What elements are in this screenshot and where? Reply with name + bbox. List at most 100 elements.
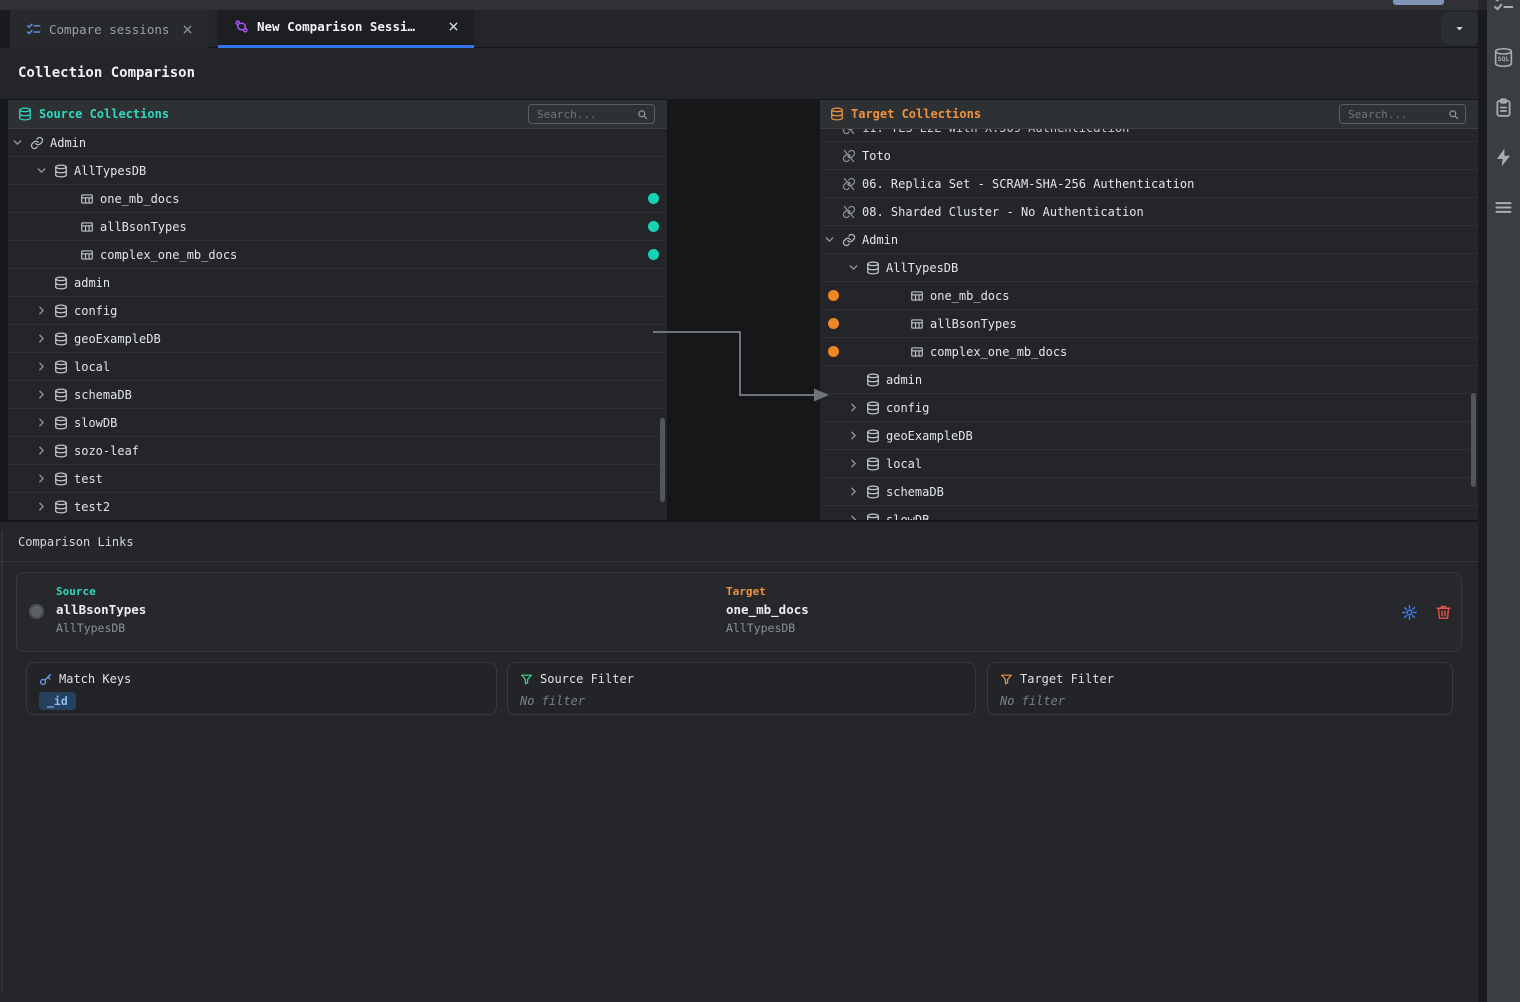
target-search-input[interactable]	[1340, 108, 1448, 121]
target-scrollbar-thumb[interactable]	[1471, 393, 1476, 487]
clipboard-icon[interactable]	[1493, 97, 1514, 118]
target-link-dot[interactable]	[828, 318, 839, 329]
tree-row-database[interactable]: config	[820, 394, 1478, 422]
chevron-right-icon[interactable]	[35, 360, 48, 373]
tree-row-database[interactable]: slowDB	[8, 409, 667, 437]
checklist-icon	[26, 22, 41, 37]
source-filter-box[interactable]: Source Filter No filter	[507, 662, 976, 715]
search-icon	[1448, 109, 1459, 120]
tree-row-database[interactable]: AllTypesDB	[8, 157, 667, 185]
tree-row-database[interactable]: AllTypesDB	[820, 254, 1478, 282]
chevron-right-icon[interactable]	[35, 304, 48, 317]
source-filter-value: No filter	[520, 694, 585, 708]
tree-row-collection[interactable]: allBsonTypes	[8, 213, 667, 241]
chevron-down-icon[interactable]	[35, 164, 48, 177]
chevron-right-icon[interactable]	[847, 401, 860, 414]
gear-icon[interactable]	[1401, 604, 1418, 621]
top-scroll-pill	[1393, 0, 1444, 5]
close-icon[interactable]	[447, 20, 460, 33]
link-select-radio[interactable]	[29, 604, 44, 619]
source-panel-header: Source Collections	[8, 100, 667, 129]
source-tree: Admin AllTypesDB one_mb_docs allBs	[8, 129, 667, 520]
source-database-name: AllTypesDB	[56, 621, 125, 635]
match-key-chip[interactable]: _id	[39, 692, 76, 710]
tree-row-database[interactable]: admin	[8, 269, 667, 297]
source-link-dot[interactable]	[648, 221, 659, 232]
database-icon	[54, 416, 68, 430]
trash-icon[interactable]	[1435, 604, 1452, 621]
tree-row-collection[interactable]: one_mb_docs	[820, 282, 1478, 310]
tab-compare-sessions[interactable]: Compare sessions	[10, 10, 208, 48]
chevron-right-icon[interactable]	[847, 485, 860, 498]
tree-row-database[interactable]: test2	[8, 493, 667, 520]
chevron-right-icon[interactable]	[35, 332, 48, 345]
source-search[interactable]	[528, 104, 655, 124]
chevron-right-icon[interactable]	[847, 513, 860, 520]
comparison-links-title: Comparison Links	[0, 522, 1478, 562]
chevron-right-icon[interactable]	[35, 500, 48, 513]
tree-row-collection[interactable]: allBsonTypes	[820, 310, 1478, 338]
database-icon	[866, 429, 880, 443]
database-icon	[18, 107, 32, 121]
tree-row-connection[interactable]: Admin	[8, 129, 667, 157]
tab-overflow-button[interactable]	[1441, 12, 1478, 45]
target-link-dot[interactable]	[828, 290, 839, 301]
tree-row-connection[interactable]: Admin	[820, 226, 1478, 254]
tree-row-connection[interactable]: Toto	[820, 142, 1478, 170]
close-icon[interactable]	[181, 23, 194, 36]
chevron-down-icon[interactable]	[823, 233, 836, 246]
chevron-right-icon[interactable]	[35, 472, 48, 485]
tree-row-collection[interactable]: complex_one_mb_docs	[820, 338, 1478, 366]
tree-row-label: allBsonTypes	[930, 317, 1017, 331]
comparison-link-card[interactable]: Source allBsonTypes AllTypesDB Target on…	[16, 572, 1462, 652]
target-collections-panel: Target Collections 11. TLS E2E With X.50…	[820, 100, 1478, 520]
chevron-right-icon[interactable]	[847, 457, 860, 470]
match-keys-box[interactable]: Match Keys _id	[26, 662, 497, 715]
search-icon	[637, 109, 648, 120]
target-link-dot[interactable]	[828, 346, 839, 357]
target-filter-box[interactable]: Target Filter No filter	[987, 662, 1453, 715]
source-link-dot[interactable]	[648, 249, 659, 260]
source-link-dot[interactable]	[648, 193, 659, 204]
tree-row-label: geoExampleDB	[886, 429, 973, 443]
tab-label: New Comparison Sessi…	[257, 19, 415, 34]
tree-row-database[interactable]: local	[820, 450, 1478, 478]
tree-row-connection[interactable]: 06. Replica Set - SCRAM-SHA-256 Authenti…	[820, 170, 1478, 198]
source-filter-title-row: Source Filter	[520, 672, 634, 686]
tree-row-database[interactable]: schemaDB	[820, 478, 1478, 506]
tree-row-database[interactable]: schemaDB	[8, 381, 667, 409]
tree-row-label: AllTypesDB	[886, 261, 958, 275]
tree-row-label: 06. Replica Set - SCRAM-SHA-256 Authenti…	[862, 177, 1194, 191]
unlink-icon	[842, 205, 856, 219]
tree-row-label: one_mb_docs	[100, 192, 179, 206]
tree-row-database[interactable]: geoExampleDB	[8, 325, 667, 353]
chevron-right-icon[interactable]	[35, 416, 48, 429]
target-search[interactable]	[1339, 104, 1466, 124]
tree-row-database[interactable]: sozo-leaf	[8, 437, 667, 465]
lightning-icon[interactable]	[1493, 147, 1514, 168]
tree-row-database[interactable]: config	[8, 297, 667, 325]
tree-row-connection-clipped[interactable]: 11. TLS E2E With X.509 Authentication	[820, 129, 1478, 142]
chevron-right-icon[interactable]	[35, 444, 48, 457]
chevron-right-icon[interactable]	[35, 388, 48, 401]
tree-row-database[interactable]: admin	[820, 366, 1478, 394]
source-search-input[interactable]	[529, 108, 637, 121]
tree-row-collection[interactable]: one_mb_docs	[8, 185, 667, 213]
source-scrollbar-thumb[interactable]	[660, 418, 665, 502]
menu-lines-icon[interactable]	[1493, 197, 1514, 218]
tree-row-label: 08. Sharded Cluster - No Authentication	[862, 205, 1144, 219]
tree-row-database[interactable]: test	[8, 465, 667, 493]
chevron-down-icon[interactable]	[11, 136, 24, 149]
chevron-right-icon[interactable]	[847, 429, 860, 442]
checklist-icon[interactable]	[1493, 0, 1514, 14]
page-header: Collection Comparison New Create Session…	[0, 48, 1478, 99]
tab-new-comparison-session[interactable]: New Comparison Sessi…	[218, 10, 474, 48]
chevron-down-icon[interactable]	[847, 261, 860, 274]
tree-row-database[interactable]: slowDB	[820, 506, 1478, 520]
sql-database-icon[interactable]: SQL	[1493, 47, 1514, 68]
target-filter-title: Target Filter	[1020, 672, 1114, 686]
tree-row-database[interactable]: local	[8, 353, 667, 381]
tree-row-collection[interactable]: complex_one_mb_docs	[8, 241, 667, 269]
tree-row-database[interactable]: geoExampleDB	[820, 422, 1478, 450]
tree-row-connection[interactable]: 08. Sharded Cluster - No Authentication	[820, 198, 1478, 226]
